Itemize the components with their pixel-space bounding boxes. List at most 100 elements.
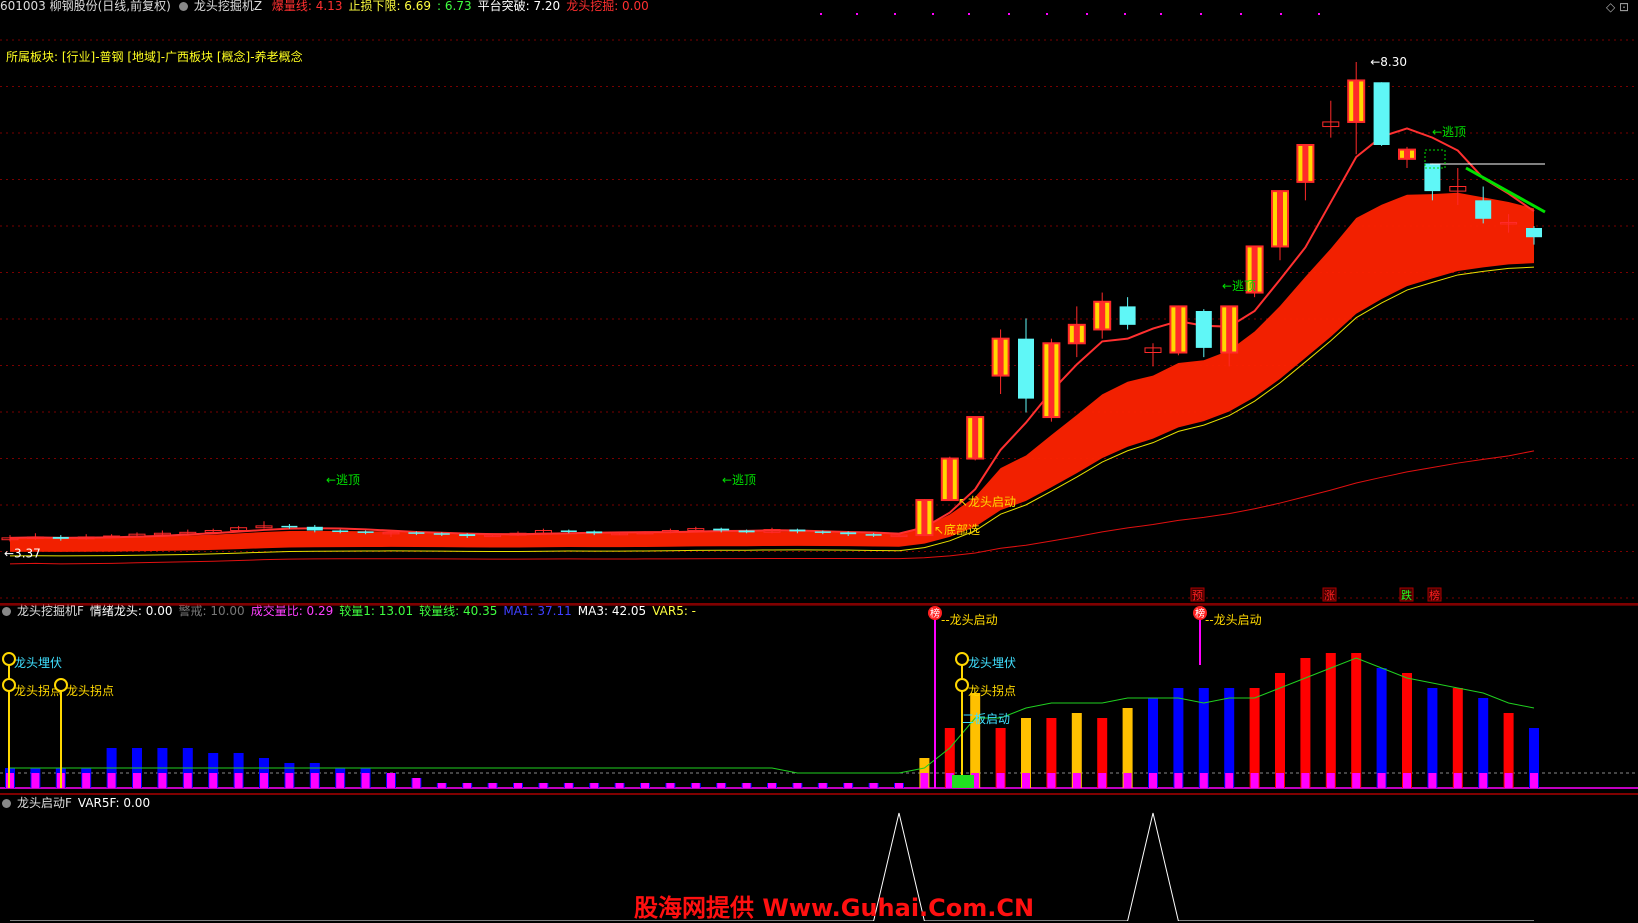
marker-dot — [1280, 13, 1282, 15]
signal-label-3: --龙头启动 — [941, 613, 998, 627]
start-block — [952, 775, 974, 788]
signal-label-5: 龙头拐点 — [968, 683, 1016, 698]
volume-sub-bar — [463, 783, 472, 788]
volume-sub-bar — [31, 773, 40, 788]
candle-core — [1099, 301, 1106, 330]
candle-core — [921, 500, 928, 536]
marker-dot — [932, 13, 934, 15]
volume-sub-bar — [1225, 773, 1234, 788]
marker-dot — [856, 13, 858, 15]
volume-sub-bar — [844, 783, 853, 788]
volume-sub-bar — [1047, 773, 1056, 788]
marker-dot — [968, 13, 970, 15]
volume-sub-bar — [1098, 773, 1107, 788]
volume-bar — [1402, 673, 1412, 788]
volume-sub-bar — [539, 783, 548, 788]
candle-body — [865, 534, 882, 536]
candle-body — [1195, 311, 1212, 348]
volume-sub-bar — [1022, 773, 1030, 788]
candle-core — [1175, 306, 1182, 353]
volume-sub-bar — [717, 783, 726, 788]
signal-circle-icon — [54, 678, 68, 692]
candle-body — [433, 533, 450, 535]
volume-sub-bar — [1072, 773, 1081, 788]
volume-sub-bar — [336, 773, 345, 788]
signal-text-0: 预 — [1192, 589, 1203, 602]
signal-text-1: 涨 — [1324, 589, 1335, 602]
volume-sub-bar — [1250, 773, 1259, 788]
volume-sub-bar — [590, 783, 599, 788]
volume-sub-bar — [1377, 773, 1386, 788]
candle-body — [1018, 338, 1034, 399]
badge-text: 榜 — [930, 607, 940, 620]
candle-body — [840, 532, 857, 535]
volume-sub-bar — [158, 773, 167, 788]
signal-circle-icon — [2, 652, 16, 666]
escape-top-label-2: ←逃顶 — [722, 473, 756, 487]
window-control-icons[interactable]: ◇ ⊡ — [1606, 0, 1629, 14]
volume-chart[interactable]: 龙头埋伏龙头拐点 龙头拐点--龙头启动龙头埋伏龙头拐点二板启动--龙头启动榜榜 — [0, 605, 1638, 795]
volume-sub-bar — [1149, 773, 1157, 788]
volume-sub-bar — [1199, 773, 1208, 788]
candle-body — [814, 531, 831, 533]
candle-core — [1353, 80, 1360, 122]
high-price-label: ←8.30 — [1370, 55, 1407, 69]
signal-label-6: 二板启动 — [962, 712, 1010, 726]
candle-core — [1048, 343, 1055, 418]
candle-body — [52, 536, 69, 539]
candle-body — [357, 531, 374, 533]
signal-text-3: 榜 — [1429, 588, 1440, 602]
signal-circle-icon — [955, 678, 969, 692]
candle-body — [560, 530, 577, 532]
volume-sub-bar — [1326, 773, 1335, 788]
volume-sub-bar — [920, 773, 929, 788]
signal-label-7: --龙头启动 — [1205, 613, 1262, 627]
candle-body — [586, 531, 603, 534]
signal-circle-icon — [955, 652, 969, 666]
marker-dot — [894, 13, 896, 15]
volume-sub-bar — [691, 783, 700, 788]
volume-sub-bar — [1403, 773, 1411, 788]
volume-sub-bar — [183, 773, 192, 788]
marker-dot — [1124, 13, 1126, 15]
candle-body — [332, 530, 349, 532]
signal-label-4: 龙头埋伏 — [968, 656, 1016, 670]
volume-sub-bar — [1479, 773, 1488, 788]
signal-circle-icon — [2, 678, 16, 692]
escape-top-label-1: ←逃顶 — [326, 473, 360, 487]
volume-sub-bar — [1174, 773, 1183, 788]
candle-body — [1373, 82, 1390, 145]
candle-body — [1475, 200, 1492, 219]
candle-core — [946, 458, 953, 501]
volume-sub-bar — [564, 783, 573, 788]
candle-body — [1526, 228, 1542, 238]
volume-sub-bar — [996, 773, 1005, 788]
candle-core — [1277, 191, 1283, 247]
marker-dot — [1318, 13, 1320, 15]
volume-sub-bar — [1530, 773, 1538, 788]
volume-sub-bar — [869, 783, 878, 788]
volume-sub-bar — [1123, 773, 1132, 788]
watermark: 股海网提供 Www.Guhai.Com.CN — [634, 894, 1035, 922]
volume-sub-bar — [666, 783, 675, 788]
candle-core — [1226, 306, 1233, 353]
marker-dot — [1200, 13, 1202, 15]
volume-sub-bar — [1276, 773, 1284, 788]
volume-sub-bar — [1504, 773, 1513, 788]
volume-sub-bar — [260, 773, 268, 788]
volume-sub-bar — [768, 783, 776, 788]
volume-sub-bar — [742, 783, 751, 788]
volume-bar — [1275, 673, 1285, 788]
price-chart[interactable]: ←8.30 ←3.37 ←逃顶 ←逃顶 ←逃顶 ←逃顶 ↖龙头启动 ↖底部选预 涨 跌 榜 — [0, 0, 1638, 608]
escape-top-label-3: ←逃顶 — [1222, 279, 1256, 293]
volume-sub-bar — [82, 773, 91, 788]
volume-sub-bar — [209, 773, 218, 788]
volume-sub-bar — [488, 783, 497, 788]
marker-dot — [1160, 13, 1162, 15]
candle-body — [789, 529, 806, 532]
candle-core — [1404, 149, 1410, 159]
candle-body — [459, 534, 476, 537]
volume-bar — [1351, 653, 1362, 788]
signal-label-0: 龙头埋伏 — [14, 656, 62, 670]
volume-sub-bar — [1301, 773, 1310, 788]
